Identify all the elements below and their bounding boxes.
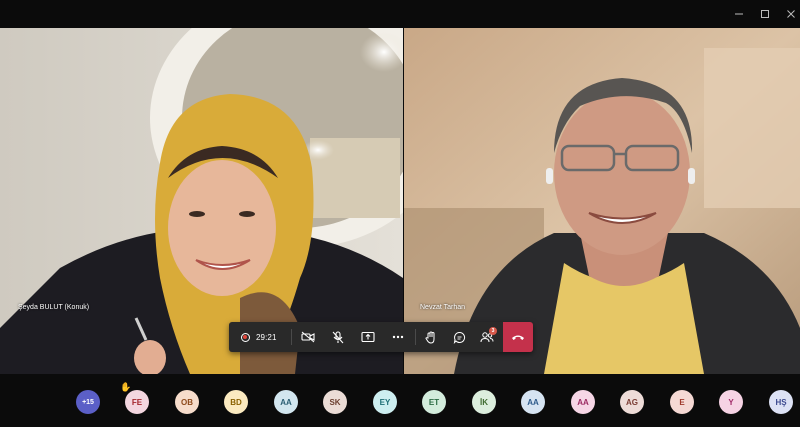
hang-up-icon <box>512 335 524 340</box>
participants-button[interactable]: 3 <box>473 322 501 352</box>
minimize-icon <box>735 13 743 15</box>
share-screen-button[interactable] <box>353 322 383 352</box>
participant-avatar[interactable]: İK <box>472 390 496 414</box>
chat-icon <box>453 331 465 344</box>
camera-toggle-button[interactable] <box>293 322 323 352</box>
recording-indicator: 29:21 <box>235 322 287 352</box>
maximize-button[interactable] <box>752 0 778 28</box>
participant-avatar[interactable]: OB <box>175 390 199 414</box>
participant-avatar[interactable]: Y <box>719 390 743 414</box>
close-icon <box>787 10 795 18</box>
participant-avatar[interactable]: FE <box>125 390 149 414</box>
minimize-button[interactable] <box>726 0 752 28</box>
close-button[interactable] <box>778 0 800 28</box>
more-actions-button[interactable] <box>383 322 413 352</box>
participant-strip: +15 ✋ FE OB BD AA SK EY ET İK AA AA AG E Y HŞ <box>0 374 800 427</box>
camera-off-icon <box>301 331 315 343</box>
participant-avatar[interactable]: AA <box>521 390 545 414</box>
mic-off-icon <box>332 330 344 343</box>
participant-avatar[interactable]: HŞ <box>769 390 793 414</box>
more-icon <box>392 335 404 339</box>
divider <box>415 329 416 345</box>
more-participants-button[interactable]: +15 <box>76 390 100 414</box>
participant-avatar[interactable]: SK <box>323 390 347 414</box>
maximize-icon <box>761 10 769 18</box>
record-icon <box>241 332 250 342</box>
participant-name-label: Şeyda BULUT (Konuk) <box>18 304 90 311</box>
leave-call-button[interactable] <box>503 322 533 352</box>
participants-count-badge: 3 <box>489 327 497 335</box>
divider <box>291 329 292 345</box>
participant-avatar[interactable]: ET <box>422 390 446 414</box>
meeting-timer: 29:21 <box>256 332 277 342</box>
teams-meeting-window: Şeyda BULUT (Konuk) Nevzat Tarhan 29:21 … <box>0 0 800 427</box>
meeting-control-bar: 29:21 3 <box>229 322 533 352</box>
participant-name-label: Nevzat Tarhan <box>420 304 466 311</box>
share-screen-icon <box>361 331 375 343</box>
mic-toggle-button[interactable] <box>323 322 353 352</box>
participant-avatar[interactable]: EY <box>373 390 397 414</box>
raise-hand-button[interactable] <box>417 322 445 352</box>
raise-hand-icon <box>425 330 435 344</box>
participant-avatar[interactable]: BD <box>224 390 248 414</box>
participant-avatar[interactable]: AG <box>620 390 644 414</box>
chat-button[interactable] <box>445 322 473 352</box>
participant-avatar[interactable]: E <box>670 390 694 414</box>
title-bar <box>0 0 800 28</box>
participant-avatar[interactable]: AA <box>274 390 298 414</box>
participant-avatar[interactable]: AA <box>571 390 595 414</box>
